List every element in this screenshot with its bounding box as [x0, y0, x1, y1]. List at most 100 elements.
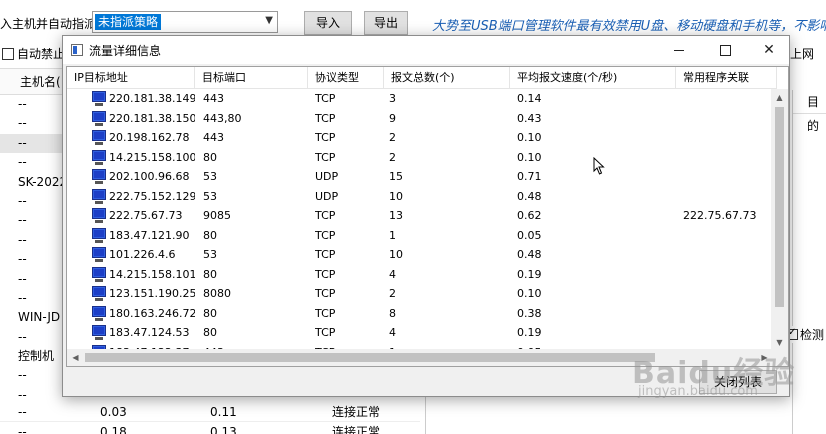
table-row[interactable]: -- 0.03 0.11 连接正常	[0, 402, 420, 422]
close-icon[interactable]: ✕	[747, 36, 791, 64]
scroll-thumb[interactable]	[775, 107, 784, 307]
watermark-logo: Baidu经验 jingyan.baidu.com	[632, 348, 795, 399]
table-row[interactable]: 202.100.96.68 53 UDP 15 0.71	[67, 167, 773, 187]
cell-proto: TCP	[315, 92, 336, 105]
column-header-speed[interactable]: 平均报文速度(个/秒)	[510, 67, 676, 89]
cell-port: 443	[203, 92, 224, 105]
dialog-titlebar[interactable]: 流量详细信息 ✕	[63, 36, 789, 64]
cell-proto: TCP	[315, 267, 336, 281]
cell-ip: 14.215.158.101	[109, 267, 195, 281]
cell-speed: 0.43	[517, 111, 542, 125]
cell-ip: 14.215.158.100	[109, 150, 195, 164]
table-row[interactable]: 20.198.162.78 443 TCP 2 0.10	[67, 128, 773, 148]
detect-checkbox[interactable]: 检测	[787, 326, 825, 343]
cell-proto: TCP	[315, 287, 336, 300]
cell-count: 13	[389, 209, 403, 222]
cell-port: 80	[203, 326, 217, 339]
host-status-table: -- 0.03 0.11 连接正常 -- 0.18 0.13 连接正常	[0, 402, 420, 434]
cell-count: 2	[389, 287, 396, 300]
cell-ip: 101.226.4.6	[109, 248, 176, 261]
computer-icon	[92, 266, 106, 282]
scroll-up-icon[interactable]: ▲	[771, 89, 788, 106]
cell-proto: TCP	[315, 150, 336, 164]
table-row[interactable]: -- 0.18 0.13 连接正常	[0, 422, 420, 434]
computer-icon	[92, 325, 106, 340]
traffic-list-header: IP目标地址 目标端口 协议类型 报文总数(个) 平均报文速度(个/秒) 常用程…	[67, 67, 777, 89]
cell-speed: 0.48	[517, 248, 542, 261]
policy-combo-value: 未指派策略	[95, 14, 162, 30]
right-panel-header[interactable]: 目的	[793, 90, 826, 133]
cell-count: 8	[389, 306, 396, 320]
cell-port: 80	[203, 267, 217, 281]
computer-icon	[92, 110, 106, 126]
cell-proto: TCP	[315, 326, 336, 339]
table-row[interactable]: 220.181.38.149 443 TCP 3 0.14	[67, 89, 773, 109]
table-row[interactable]: 14.215.158.100 80 TCP 2 0.10	[67, 148, 773, 168]
cell-ip: 220.181.38.149	[109, 92, 195, 105]
cell-port: 8080	[203, 287, 231, 300]
checkbox-box[interactable]	[2, 47, 14, 60]
watermark-small: jingyan.baidu.com	[638, 384, 758, 399]
minimize-icon[interactable]	[657, 36, 701, 64]
computer-icon	[92, 247, 106, 262]
import-button[interactable]: 导入	[304, 11, 352, 35]
table-row[interactable]: 14.215.158.101 80 TCP 4 0.19	[67, 265, 773, 285]
cell-proto: TCP	[315, 306, 336, 320]
cell-port: 443,80	[203, 111, 242, 125]
cell-count: 4	[389, 267, 396, 281]
cell-app	[683, 187, 773, 207]
computer-icon	[92, 149, 106, 165]
cell-count: 15	[389, 170, 403, 183]
table-row[interactable]: 123.151.190.252 8080 TCP 2 0.10	[67, 284, 773, 304]
traffic-detail-dialog: 流量详细信息 ✕ IP目标地址 目标端口 协议类型 报文总数(个) 平均报文速度…	[62, 35, 790, 397]
cell-app	[683, 245, 773, 265]
column-header-protocol[interactable]: 协议类型	[308, 67, 384, 89]
policy-combo[interactable]: 未指派策略 ▼	[92, 11, 278, 33]
maximize-icon[interactable]	[703, 36, 747, 64]
traffic-list-body[interactable]: 220.181.38.149 443 TCP 3 0.14 220.181.38.150 4…	[67, 89, 773, 351]
cell-ip: 183.47.124.53	[109, 326, 190, 339]
scroll-left-icon[interactable]: ◀	[67, 349, 84, 366]
table-row[interactable]: 220.181.38.150 443,80 TCP 9 0.43	[67, 109, 773, 129]
table-row[interactable]: 101.226.4.6 53 TCP 10 0.48	[67, 245, 773, 265]
table-row[interactable]: 222.75.152.129 53 UDP 10 0.48	[67, 187, 773, 207]
cell-count: 10	[389, 248, 403, 261]
table-row[interactable]: 180.163.246.72 80 TCP 8 0.38	[67, 304, 773, 324]
cell-count: 1	[389, 228, 396, 242]
cell-proto: UDP	[315, 170, 339, 183]
chevron-down-icon[interactable]: ▼	[265, 15, 273, 26]
vertical-scrollbar[interactable]: ▲ ▼	[771, 89, 788, 351]
cell-speed: 0.62	[517, 209, 542, 222]
cell-port: 80	[203, 228, 217, 242]
column-header-app[interactable]: 常用程序关联	[676, 67, 777, 89]
dialog-title: 流量详细信息	[89, 44, 162, 58]
cell-proto: TCP	[315, 248, 336, 261]
cell-ip: 180.163.246.72	[109, 306, 195, 320]
cell-count: 2	[389, 131, 396, 144]
cell-proto: TCP	[315, 131, 336, 144]
cell-proto: TCP	[315, 228, 336, 242]
cell-app	[683, 109, 773, 129]
window-app-icon	[71, 44, 83, 56]
cell-ip: 20.198.162.78	[109, 131, 190, 144]
cell-ip: 220.181.38.150	[109, 111, 195, 125]
column-header-port[interactable]: 目标端口	[195, 67, 308, 89]
column-header-count[interactable]: 报文总数(个)	[384, 67, 510, 89]
cell-port: 80	[203, 150, 217, 164]
column-header-ip[interactable]: IP目标地址	[67, 67, 195, 89]
cell-speed: 0.05	[517, 228, 542, 242]
cell-count: 9	[389, 111, 396, 125]
slogan-text: 大势至USB端口管理软件最有效禁用U盘、移动硬盘和手机等，不影响	[432, 19, 826, 34]
cell-speed: 0.19	[517, 326, 542, 339]
computer-icon	[92, 208, 106, 223]
computer-icon	[92, 188, 106, 204]
scroll-thumb[interactable]	[85, 353, 655, 362]
export-button[interactable]: 导出	[364, 11, 408, 35]
right-panel: 目的	[792, 90, 826, 434]
cell-ip: 222.75.152.129	[109, 189, 195, 203]
table-row[interactable]: 183.47.124.53 80 TCP 4 0.19	[67, 323, 773, 343]
table-row[interactable]: 183.47.121.90 80 TCP 1 0.05	[67, 226, 773, 246]
table-row[interactable]: 222.75.67.73 9085 TCP 13 0.62 222.75.67.73	[67, 206, 773, 226]
cell-proto: TCP	[315, 209, 336, 222]
traffic-list[interactable]: IP目标地址 目标端口 协议类型 报文总数(个) 平均报文速度(个/秒) 常用程…	[66, 66, 789, 367]
